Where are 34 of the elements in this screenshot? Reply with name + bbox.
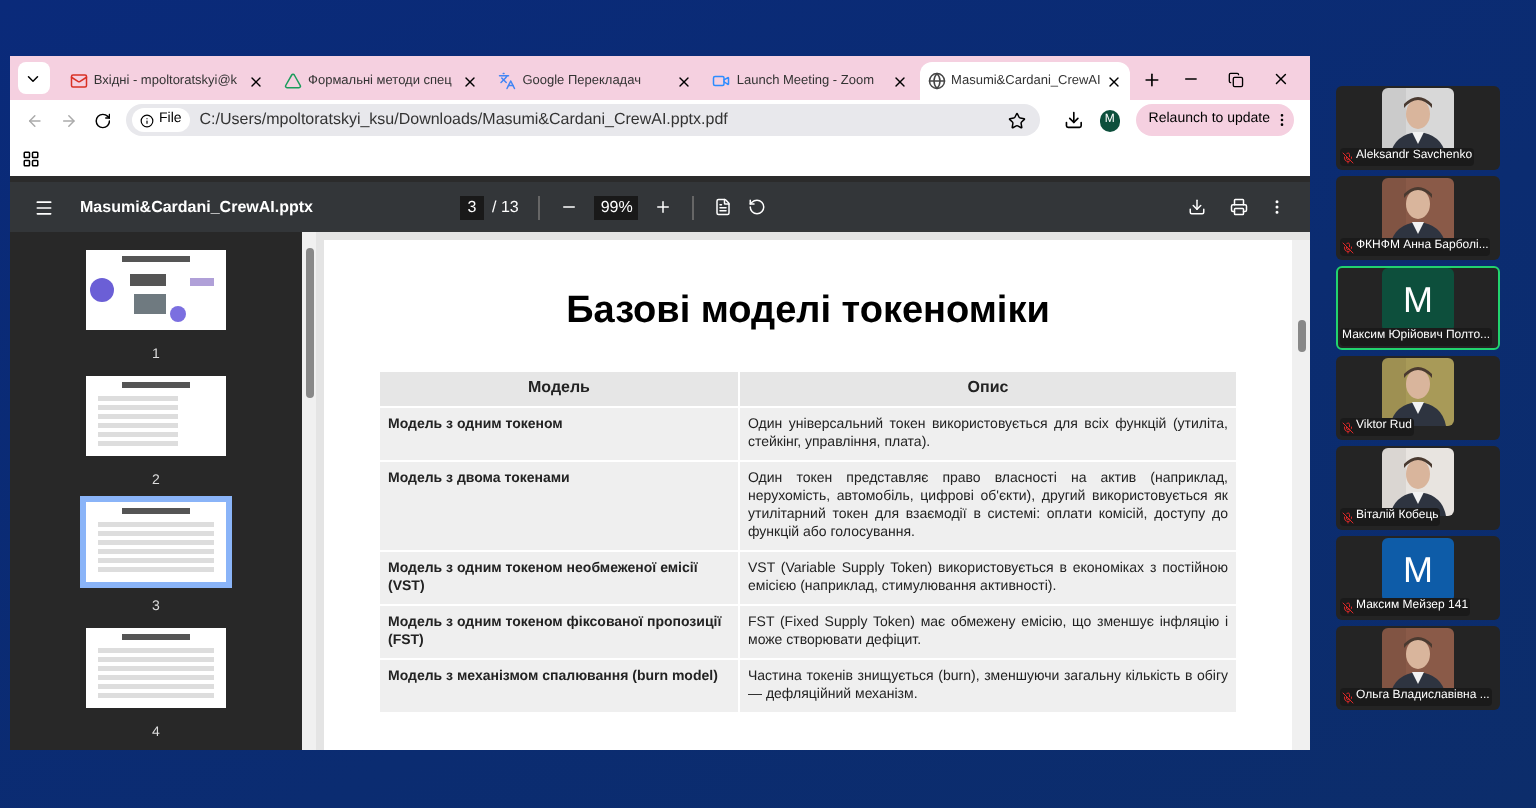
page-number-field[interactable]: 3 (460, 195, 484, 219)
close-icon[interactable] (248, 73, 265, 89)
slide-title: Базові моделі токеноміки (566, 288, 1050, 336)
download-icon[interactable] (1063, 110, 1083, 130)
column-header: Модель (379, 370, 739, 406)
menu-icon[interactable] (34, 197, 54, 217)
page-total: / 13 (492, 195, 519, 219)
fit-page-icon[interactable] (714, 198, 733, 216)
mail-icon (69, 72, 88, 90)
info-icon (140, 113, 155, 127)
reload-icon[interactable] (93, 111, 111, 129)
close-icon[interactable] (891, 73, 908, 89)
print-icon[interactable] (1230, 198, 1248, 216)
close-icon[interactable] (462, 73, 479, 89)
star-icon[interactable] (1007, 111, 1026, 129)
document-title: Masumi&Cardani_CrewAI.pptx (80, 195, 315, 219)
new-tab-icon[interactable] (1142, 70, 1163, 90)
avatar-initial: M (1382, 268, 1454, 332)
close-icon[interactable] (676, 73, 693, 89)
apps-icon[interactable] (22, 149, 40, 167)
column-header: Опис (739, 370, 1237, 406)
download-icon[interactable] (1188, 198, 1206, 216)
restore-icon[interactable] (1228, 72, 1245, 88)
url-text: C:/Users/mpoltoratskyi_ksu/Downloads/Masumi&Cardani_CrewAI.pptx.pdf (199, 108, 730, 132)
camera-icon (712, 72, 731, 90)
triangle-icon (284, 72, 303, 90)
globe-icon (927, 72, 946, 90)
translate-icon (498, 72, 517, 90)
avatar-initial: M (1382, 538, 1454, 602)
close-icon[interactable] (1106, 73, 1123, 89)
zoom-in-icon[interactable] (654, 198, 673, 216)
zoom-field[interactable]: 99% (594, 195, 639, 219)
rotate-icon[interactable] (748, 198, 767, 216)
close-icon[interactable] (1272, 70, 1291, 88)
